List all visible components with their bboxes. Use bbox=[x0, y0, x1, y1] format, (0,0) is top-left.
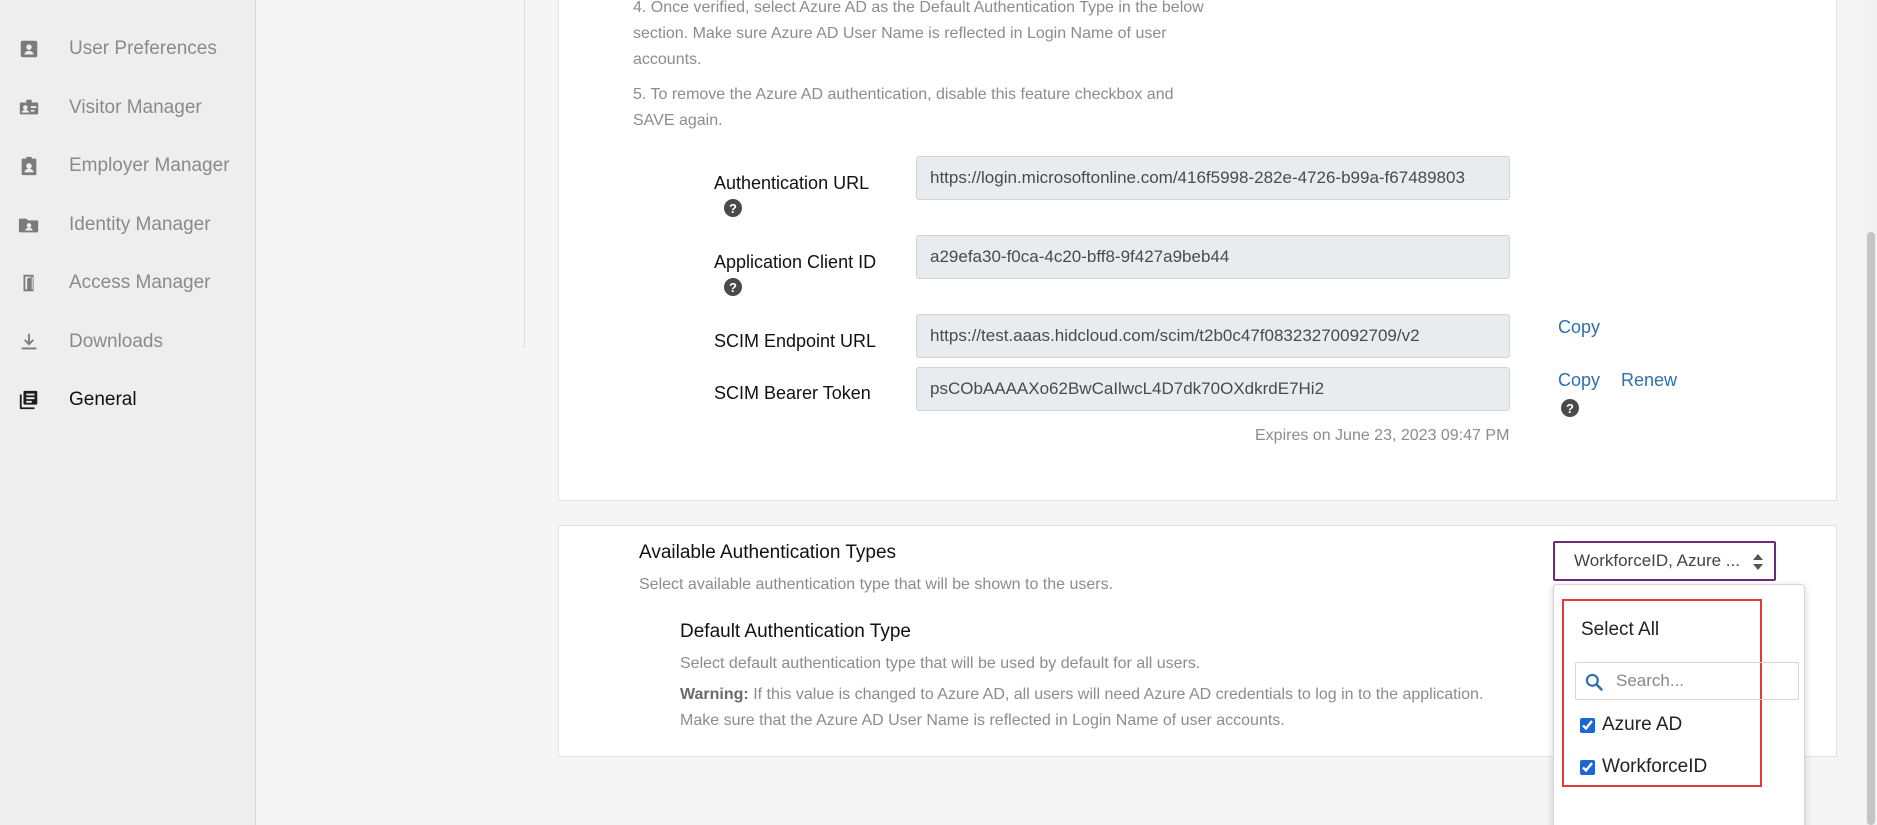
auth-types-multiselect[interactable]: WorkforceID, Azure ... bbox=[1553, 541, 1776, 581]
sidebar-item-downloads[interactable]: Downloads bbox=[0, 322, 255, 362]
help-icon[interactable]: ? bbox=[1561, 399, 1579, 417]
instructions-line: SAVE again. bbox=[633, 112, 723, 129]
warning-text: If this value is changed to Azure AD, al… bbox=[753, 686, 1484, 703]
sidebar-item-identity-manager[interactable]: Identity Manager bbox=[0, 205, 255, 245]
user-preferences-icon bbox=[17, 37, 41, 61]
default-auth-warning-line2: Make sure that the Azure AD User Name is… bbox=[680, 712, 1285, 729]
option-label: WorkforceID bbox=[1602, 756, 1708, 777]
sidebar: User Preferences Visitor Manager Employe… bbox=[0, 0, 256, 825]
client-id-field[interactable]: a29efa30-f0ca-4c20-bff8-9f427a9beb44 bbox=[916, 235, 1510, 279]
help-icon[interactable]: ? bbox=[724, 278, 742, 296]
identity-folder-icon bbox=[17, 213, 41, 237]
sidebar-item-label: Identity Manager bbox=[69, 214, 211, 235]
auth-url-label: Authentication URL bbox=[714, 173, 870, 193]
scim-token-label: SCIM Bearer Token bbox=[714, 383, 871, 403]
sidebar-item-label: Employer Manager bbox=[69, 155, 230, 176]
sidebar-item-label: General bbox=[69, 389, 137, 410]
instructions-step-5: 5. To remove the Azure AD authentication… bbox=[633, 82, 1173, 134]
option-label: Azure AD bbox=[1602, 714, 1683, 735]
default-auth-type-description: Select default authentication type that … bbox=[680, 655, 1201, 672]
sidebar-item-employer-manager[interactable]: Employer Manager bbox=[0, 146, 255, 186]
instructions-line: accounts. bbox=[633, 51, 702, 68]
sidebar-item-label: Visitor Manager bbox=[69, 97, 202, 118]
dropdown-search[interactable] bbox=[1575, 662, 1799, 700]
instructions-step-4: 4. Once verified, select Azure AD as the… bbox=[633, 0, 1204, 73]
scim-endpoint-label: SCIM Endpoint URL bbox=[714, 331, 877, 351]
sidebar-item-visitor-manager[interactable]: Visitor Manager bbox=[0, 88, 255, 128]
sidebar-item-label: User Preferences bbox=[69, 38, 217, 59]
copy-token-button[interactable]: Copy bbox=[1558, 370, 1600, 391]
default-auth-warning: Warning: If this value is changed to Azu… bbox=[680, 686, 1483, 704]
option-azure-ad[interactable]: Azure AD bbox=[1580, 714, 1682, 736]
instructions-line: 5. To remove the Azure AD authentication… bbox=[633, 86, 1174, 103]
sidebar-item-general[interactable]: General bbox=[0, 380, 255, 420]
copy-endpoint-button[interactable]: Copy bbox=[1558, 317, 1600, 338]
sidebar-item-user-preferences[interactable]: User Preferences bbox=[0, 29, 255, 69]
token-expiry-text: Expires on June 23, 2023 09:47 PM bbox=[1255, 427, 1510, 444]
available-auth-types-description: Select available authentication type tha… bbox=[639, 576, 1114, 593]
scim-endpoint-field[interactable]: https://test.aaas.hidcloud.com/scim/t2b0… bbox=[916, 314, 1510, 358]
auth-url-field[interactable]: https://login.microsoftonline.com/416f59… bbox=[916, 156, 1510, 200]
search-icon bbox=[1585, 673, 1603, 691]
option-workforceid[interactable]: WorkforceID bbox=[1580, 756, 1707, 778]
instructions-line: 4. Once verified, select Azure AD as the… bbox=[633, 0, 1204, 16]
visitor-badge-icon bbox=[17, 96, 41, 120]
sort-arrows-icon bbox=[1753, 554, 1763, 570]
select-all-option[interactable]: Select All bbox=[1581, 619, 1659, 641]
content-divider bbox=[524, 0, 525, 348]
library-icon bbox=[17, 388, 41, 412]
available-auth-types-title: Available Authentication Types bbox=[639, 542, 897, 563]
door-icon bbox=[17, 271, 41, 295]
help-icon[interactable]: ? bbox=[724, 199, 742, 217]
employer-badge-icon bbox=[17, 154, 41, 178]
workforceid-checkbox[interactable] bbox=[1580, 759, 1595, 775]
sidebar-item-access-manager[interactable]: Access Manager bbox=[0, 263, 255, 303]
renew-token-button[interactable]: Renew bbox=[1621, 370, 1677, 391]
instructions-line: section. Make sure Azure AD User Name is… bbox=[633, 25, 1167, 42]
sidebar-item-label: Access Manager bbox=[69, 272, 211, 293]
azure-ad-checkbox[interactable] bbox=[1580, 717, 1595, 733]
multiselect-value: WorkforceID, Azure ... bbox=[1574, 551, 1740, 570]
page-scrollbar-thumb[interactable] bbox=[1867, 232, 1875, 825]
default-auth-type-title: Default Authentication Type bbox=[680, 621, 911, 642]
scim-token-field[interactable]: psCObAAAAXo62BwCaIlwcL4D7dk70OXdkrdE7Hi2 bbox=[916, 367, 1510, 411]
warning-label: Warning: bbox=[680, 686, 749, 703]
download-icon bbox=[17, 330, 41, 354]
client-id-label: Application Client ID bbox=[714, 252, 877, 272]
dropdown-search-input[interactable] bbox=[1616, 663, 1796, 699]
sidebar-item-label: Downloads bbox=[69, 331, 163, 352]
